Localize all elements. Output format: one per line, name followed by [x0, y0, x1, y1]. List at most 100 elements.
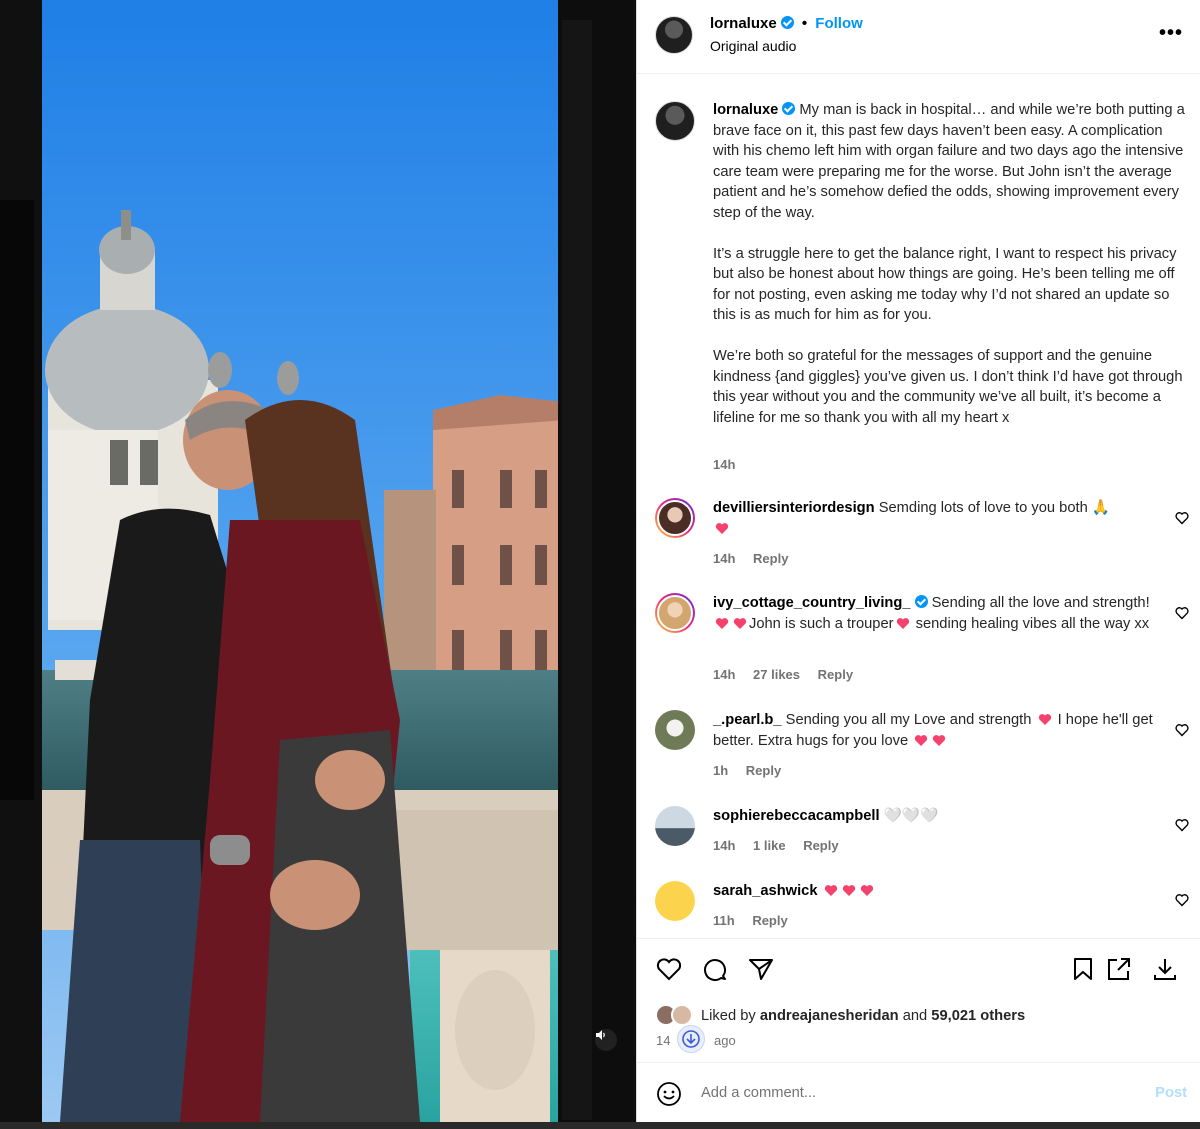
comment-meta: 14h 27 likes Reply — [713, 667, 867, 682]
download-icon[interactable] — [1151, 955, 1179, 983]
author-avatar[interactable] — [655, 16, 693, 54]
scroll-download-overlay[interactable] — [677, 1025, 705, 1053]
author-username[interactable]: lornaluxe — [710, 15, 777, 32]
post-time-number: 14 — [656, 1033, 671, 1048]
post-side-panel: lornaluxe • Follow Original audio ••• lo… — [636, 0, 1200, 1122]
follow-button[interactable]: Follow — [815, 15, 863, 32]
commenter-avatar[interactable] — [655, 806, 695, 846]
comment-body: Sending all the love and strength! — [931, 595, 1150, 611]
red-heart-emoji-icon — [824, 885, 837, 896]
reply-button[interactable]: Reply — [803, 838, 838, 853]
red-heart-emoji-icon — [842, 885, 855, 896]
like-comment-heart-icon[interactable] — [1175, 818, 1189, 832]
red-heart-emoji-icon — [933, 734, 946, 746]
liked-by-user[interactable]: andreajanesheridan — [760, 1008, 899, 1024]
post-caption: lornaluxe My man is back in hospital… an… — [713, 100, 1189, 428]
caption-author-avatar[interactable] — [655, 101, 695, 141]
open-external-icon[interactable] — [1105, 955, 1133, 983]
commenter-avatar[interactable] — [655, 593, 695, 633]
commenter-username[interactable]: sophierebeccacampbell — [713, 808, 880, 824]
red-heart-emoji-icon — [733, 617, 747, 629]
liked-by-prefix: Liked by — [701, 1008, 756, 1024]
commenter-username[interactable]: devilliersinteriordesign — [713, 500, 875, 516]
comment-input[interactable]: Add a comment... — [701, 1085, 816, 1101]
comment-body: sending healing vibes all the way xx — [915, 615, 1150, 632]
arrow-down-circle-icon — [682, 1030, 700, 1048]
commenter-avatar[interactable] — [655, 498, 695, 538]
liker-avatar[interactable] — [671, 1004, 693, 1026]
instagram-post-view: lornaluxe • Follow Original audio ••• lo… — [0, 0, 1200, 1129]
like-comment-heart-icon[interactable] — [1175, 893, 1189, 907]
comment-text: sophierebeccacampbell 🤍🤍🤍 — [713, 806, 1168, 827]
caption-author-username[interactable]: lornaluxe — [713, 102, 778, 118]
caption-timestamp[interactable]: 14h — [713, 457, 735, 472]
comment-text: devilliersinteriordesign Semding lots of… — [713, 498, 1168, 539]
comment-emoji: 🙏 — [1091, 500, 1111, 516]
caption-paragraph-2: It’s a struggle here to get the balance … — [713, 245, 1177, 324]
author-line: lornaluxe • Follow — [710, 15, 863, 32]
post-actions: Liked by andreajanesheridan and 59,021 o… — [637, 938, 1200, 1062]
red-heart-emoji-icon — [896, 617, 909, 629]
save-bookmark-icon[interactable] — [1069, 955, 1097, 983]
comment-text: sarah_ashwick — [713, 881, 1168, 902]
comment-body: Sending you all my Love and strength — [785, 712, 1032, 728]
comment-likes[interactable]: 27 likes — [753, 667, 800, 682]
reply-button[interactable]: Reply — [753, 551, 788, 566]
page-bottom-edge — [0, 1122, 1200, 1129]
comment-composer: Add a comment... Post — [637, 1062, 1200, 1122]
comment-time[interactable]: 14h — [713, 667, 735, 682]
speaker-icon — [596, 1030, 605, 1040]
comment-body: Semding lots of love to you both — [878, 500, 1088, 516]
comment-body: John is such a trouper — [749, 615, 894, 632]
comment-likes[interactable]: 1 like — [753, 838, 786, 853]
red-heart-emoji-icon — [915, 734, 928, 746]
red-heart-emoji-icon — [1038, 714, 1051, 725]
likes-count[interactable]: 59,021 others — [931, 1008, 1025, 1024]
post-comment-button[interactable]: Post — [1155, 1085, 1187, 1101]
like-comment-heart-icon[interactable] — [1175, 511, 1189, 525]
comment-text: ivy_cottage_country_living_ Sending all … — [713, 593, 1168, 634]
red-heart-emoji-icon — [715, 522, 729, 534]
comment-time[interactable]: 14h — [713, 551, 735, 566]
comment-time[interactable]: 11h — [713, 913, 735, 928]
post-header: lornaluxe • Follow Original audio ••• — [637, 0, 1200, 74]
comment-bubble-icon[interactable] — [701, 955, 729, 983]
comment-meta: 14h Reply — [713, 551, 802, 566]
caption-paragraph-3: We’re both so grateful for the messages … — [713, 348, 1183, 426]
comment-meta: 11h Reply — [713, 913, 802, 928]
post-time[interactable]: 14 ago — [656, 1033, 736, 1048]
red-heart-emoji-icon — [715, 617, 729, 629]
separator-dot: • — [801, 15, 808, 32]
comment-text: _.pearl.b_ Sending you all my Love and s… — [713, 710, 1168, 751]
reply-button[interactable]: Reply — [746, 763, 781, 778]
like-comment-heart-icon[interactable] — [1175, 723, 1189, 737]
verified-badge-icon — [914, 595, 928, 608]
thinking-face-avatar-icon[interactable] — [655, 881, 695, 921]
comment-meta: 14h 1 like Reply — [713, 838, 853, 853]
comment-body: 🤍🤍🤍 — [883, 808, 939, 824]
commenter-username[interactable]: _.pearl.b_ — [713, 712, 782, 728]
like-heart-icon[interactable] — [655, 955, 683, 983]
caption-paragraph-1: My man is back in hospital… and while we… — [713, 102, 1185, 221]
share-send-icon[interactable] — [747, 955, 775, 983]
reply-button[interactable]: Reply — [752, 913, 787, 928]
verified-badge-icon — [780, 16, 794, 29]
post-photo — [0, 0, 636, 1122]
comments-scroll-area[interactable]: lornaluxe My man is back in hospital… an… — [637, 75, 1200, 938]
comment-meta: 1h Reply — [713, 763, 795, 778]
commenter-avatar[interactable] — [655, 710, 695, 750]
post-time-ago: ago — [714, 1033, 736, 1048]
emoji-picker-icon[interactable] — [656, 1081, 682, 1107]
more-options-icon[interactable]: ••• — [1159, 22, 1183, 45]
like-comment-heart-icon[interactable] — [1175, 606, 1189, 620]
commenter-username[interactable]: sarah_ashwick — [713, 883, 818, 899]
post-media[interactable] — [0, 0, 636, 1122]
comment-time[interactable]: 14h — [713, 838, 735, 853]
reply-button[interactable]: Reply — [818, 667, 853, 682]
commenter-username[interactable]: ivy_cottage_country_living_ — [713, 595, 911, 611]
audio-label[interactable]: Original audio — [710, 38, 796, 54]
liked-by-and: and — [902, 1008, 928, 1024]
comment-time[interactable]: 1h — [713, 763, 728, 778]
likes-summary: Liked by andreajanesheridan and 59,021 o… — [701, 1008, 1025, 1024]
audio-toggle-button[interactable] — [595, 1029, 617, 1051]
